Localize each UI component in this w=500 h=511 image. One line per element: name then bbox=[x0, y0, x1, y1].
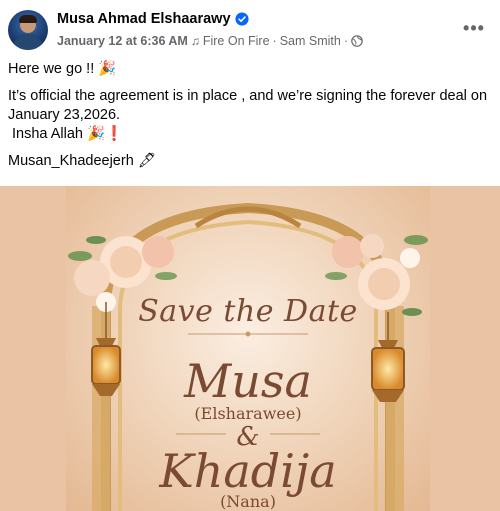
avatar[interactable] bbox=[8, 10, 48, 50]
post-text-line: Here we go !! 🎉 bbox=[8, 61, 117, 77]
post-body: Here we go !! 🎉 It’s official the agreem… bbox=[8, 60, 488, 171]
meta-separator: · bbox=[272, 34, 277, 48]
verified-badge-icon bbox=[234, 12, 249, 26]
invitation-heading: Save the Date bbox=[138, 294, 358, 329]
invitation-name-1: Musa bbox=[184, 354, 312, 408]
post-text-line: Insha Allah 🎉❗ bbox=[12, 126, 124, 142]
post-timestamp[interactable]: January 12 at 6:36 AM bbox=[57, 34, 188, 48]
song-artist[interactable]: Sam Smith bbox=[280, 34, 341, 48]
author-row: Musa Ahmad Elshaarawy bbox=[57, 10, 249, 28]
author-name[interactable]: Musa Ahmad Elshaarawy bbox=[57, 11, 231, 27]
post-text-line: It’s official the agreement is in place … bbox=[8, 88, 488, 123]
invitation-name-2: Khadija bbox=[159, 444, 337, 498]
more-options-button[interactable]: ••• bbox=[462, 16, 486, 40]
post-text-line[interactable]: Musan_Khadeejerh 🖋 bbox=[8, 152, 488, 171]
invitation-name-2-sub: (Nana) bbox=[220, 492, 276, 511]
music-note-icon: ♫ bbox=[190, 34, 200, 48]
globe-icon[interactable] bbox=[351, 35, 363, 47]
avatar-hair bbox=[19, 15, 37, 23]
post-image[interactable]: Save the Date Musa (Elsharawee) & Khadij… bbox=[0, 186, 500, 511]
meta-separator: · bbox=[343, 34, 349, 48]
post-meta: January 12 at 6:36 AM ♫ Fire On Fire · S… bbox=[57, 33, 363, 49]
song-title[interactable]: Fire On Fire bbox=[203, 34, 270, 48]
avatar-body bbox=[14, 34, 42, 50]
invitation-name-1-sub: (Elsharawee) bbox=[194, 404, 302, 423]
post-header: Musa Ahmad Elshaarawy January 12 at 6:36… bbox=[0, 0, 500, 56]
save-the-date-card: Save the Date Musa (Elsharawee) & Khadij… bbox=[66, 186, 430, 511]
